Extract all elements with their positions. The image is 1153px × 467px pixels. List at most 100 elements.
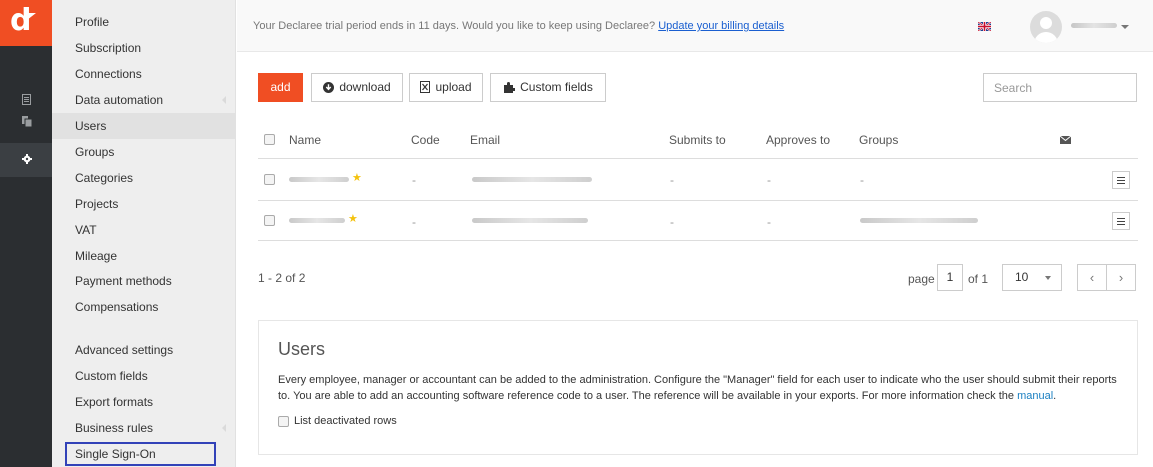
copy-icon <box>22 116 32 127</box>
collapse-caret-icon <box>222 424 226 432</box>
trial-text: Your Declaree trial period ends in 11 da… <box>253 20 659 32</box>
envelope-icon[interactable] <box>1060 136 1071 144</box>
sidebar-item-label: Subscription <box>75 41 142 55</box>
download-button[interactable]: download <box>311 73 403 102</box>
sidebar-item-business-rules[interactable]: Business rules <box>52 415 236 441</box>
puzzle-icon <box>504 82 517 93</box>
gear-icon <box>22 154 32 164</box>
sidebar-item-subscription[interactable]: Subscription <box>52 35 236 61</box>
sidebar-item-export-formats[interactable]: Export formats <box>52 389 236 415</box>
table-divider <box>258 158 1138 159</box>
per-page-select[interactable]: 10 <box>1002 264 1062 291</box>
row-menu-button[interactable] <box>1112 212 1130 230</box>
sidebar-item-projects[interactable]: Projects <box>52 191 236 217</box>
users-info-panel: Users Every employee, manager or account… <box>258 320 1138 455</box>
column-header-email[interactable]: Email <box>470 133 500 147</box>
sidebar-item-label: Connections <box>75 67 142 81</box>
trial-notice: Your Declaree trial period ends in 11 da… <box>253 20 784 32</box>
settings-sidebar: Profile Subscription Connections Data au… <box>52 0 236 467</box>
sidebar-item-label: Business rules <box>75 421 154 435</box>
user-name-redacted <box>289 218 345 223</box>
star-icon: ★ <box>352 172 362 184</box>
sidebar-item-label: Mileage <box>75 249 118 263</box>
user-approves-to: - <box>767 173 771 187</box>
row-menu-button[interactable] <box>1112 171 1130 189</box>
sidebar-item-categories[interactable]: Categories <box>52 165 236 191</box>
row-checkbox[interactable] <box>264 215 275 226</box>
upload-button[interactable]: upload <box>409 73 483 102</box>
result-range: 1 - 2 of 2 <box>258 271 306 285</box>
custom-fields-button[interactable]: Custom fields <box>490 73 606 102</box>
sidebar-item-label: Compensations <box>75 300 159 314</box>
sidebar-item-custom-fields[interactable]: Custom fields <box>52 363 236 389</box>
row-checkbox[interactable] <box>264 174 275 185</box>
info-description-end: . <box>1053 390 1057 402</box>
column-header-code[interactable]: Code <box>411 133 440 147</box>
logo-letter: d <box>10 3 32 38</box>
rail-reports-button[interactable] <box>0 105 52 139</box>
rail-settings-button[interactable] <box>0 143 52 177</box>
sidebar-item-users[interactable]: Users <box>52 113 236 139</box>
avatar-body <box>1034 32 1058 43</box>
page-number-input[interactable]: 1 <box>937 264 963 291</box>
next-page-button[interactable]: › <box>1106 264 1136 291</box>
manual-link[interactable]: manual <box>1017 390 1053 402</box>
sidebar-item-advanced-settings[interactable]: Advanced settings <box>52 337 236 363</box>
info-title: Users <box>278 339 326 359</box>
sidebar-item-label: Categories <box>75 171 134 185</box>
search-input[interactable] <box>983 73 1137 102</box>
user-groups-redacted <box>860 218 978 223</box>
upload-label: upload <box>435 80 472 94</box>
user-submits-to: - <box>670 173 674 187</box>
collapse-caret-icon <box>222 96 226 104</box>
sidebar-item-connections[interactable]: Connections <box>52 61 236 87</box>
add-button[interactable]: add <box>258 73 303 102</box>
sidebar-item-label: Data automation <box>75 93 164 107</box>
column-header-submits-to[interactable]: Submits to <box>669 133 726 147</box>
sidebar-item-label: Projects <box>75 197 119 211</box>
column-header-approves-to[interactable]: Approves to <box>766 133 830 147</box>
user-code: - <box>412 173 416 187</box>
user-approves-to: - <box>767 215 771 229</box>
select-all-checkbox[interactable] <box>264 134 275 145</box>
sidebar-item-compensations[interactable]: Compensations <box>52 294 236 320</box>
sidebar-item-mileage[interactable]: Mileage <box>52 243 236 269</box>
sidebar-item-single-sign-on[interactable]: Single Sign-On <box>65 442 216 466</box>
download-label: download <box>339 80 391 94</box>
sidebar-item-label: VAT <box>75 223 97 237</box>
user-groups: - <box>860 173 864 187</box>
column-header-name[interactable]: Name <box>289 133 321 147</box>
user-name-redacted <box>289 177 349 182</box>
sidebar-item-label: Advanced settings <box>75 343 174 357</box>
user-code: - <box>412 215 416 229</box>
sidebar-item-groups[interactable]: Groups <box>52 139 236 165</box>
user-avatar[interactable] <box>1030 11 1062 43</box>
user-email-redacted <box>472 218 588 223</box>
sidebar-item-payment-methods[interactable]: Payment methods <box>52 268 236 294</box>
icon-rail: d <box>0 0 52 467</box>
table-divider <box>258 200 1138 201</box>
uk-flag-icon[interactable] <box>978 22 991 31</box>
column-header-groups[interactable]: Groups <box>859 133 898 147</box>
deactivated-rows-label[interactable]: List deactivated rows <box>294 415 397 427</box>
info-description-text: Every employee, manager or accountant ca… <box>278 374 1117 402</box>
chevron-down-icon <box>1045 276 1051 280</box>
top-bar: Your Declaree trial period ends in 11 da… <box>237 0 1153 52</box>
user-name-redacted[interactable] <box>1071 23 1117 28</box>
sidebar-item-label: Single Sign-On <box>75 447 156 461</box>
table-divider <box>258 240 1138 241</box>
chevron-down-icon[interactable] <box>1121 25 1129 29</box>
download-circle-icon <box>323 82 335 93</box>
previous-page-button[interactable]: ‹ <box>1077 264 1107 291</box>
sidebar-item-label: Profile <box>75 15 110 29</box>
custom-fields-label: Custom fields <box>520 80 593 94</box>
deactivated-rows-checkbox[interactable] <box>278 416 289 427</box>
declaree-logo[interactable]: d <box>0 0 52 46</box>
sidebar-item-profile[interactable]: Profile <box>52 9 236 35</box>
sidebar-item-data-automation[interactable]: Data automation <box>52 87 236 113</box>
per-page-value: 10 <box>1015 270 1029 284</box>
sidebar-item-label: Payment methods <box>75 274 172 288</box>
sidebar-item-vat[interactable]: VAT <box>52 217 236 243</box>
billing-details-link[interactable]: Update your billing details <box>658 20 784 32</box>
document-icon <box>22 94 31 105</box>
